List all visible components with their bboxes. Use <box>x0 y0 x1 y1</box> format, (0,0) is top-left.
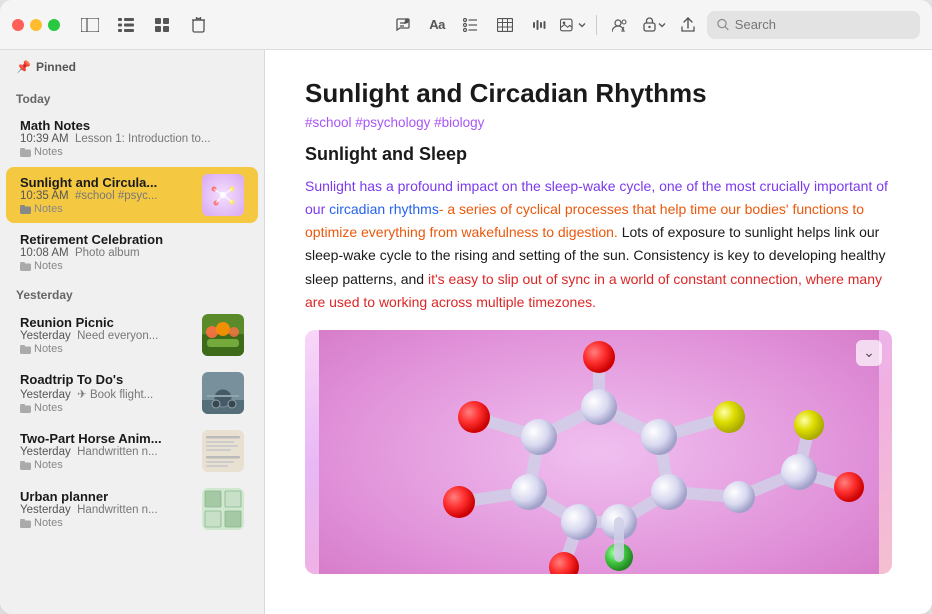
checklist-button[interactable] <box>456 10 486 40</box>
app-window: Aa <box>0 0 932 614</box>
note-meta: 10:08 AM Photo album <box>20 247 244 259</box>
note-info: Retirement Celebration 10:08 AM Photo al… <box>20 232 244 272</box>
note-meta: Yesterday Need everyon... <box>20 330 194 342</box>
note-title: Sunlight and Circula... <box>20 175 194 190</box>
list-item[interactable]: Sunlight and Circula... 10:35 AM #school… <box>6 167 258 223</box>
note-info: Sunlight and Circula... 10:35 AM #school… <box>20 175 194 215</box>
search-box[interactable] <box>707 11 920 39</box>
grid-view-button[interactable] <box>148 11 176 39</box>
note-meta: Yesterday ✈ Book flight... <box>20 387 194 401</box>
share-button[interactable] <box>673 10 703 40</box>
sidebar-toggle-button[interactable] <box>76 11 104 39</box>
note-main-title: Sunlight and Circadian Rhythms <box>305 78 892 109</box>
note-title: Urban planner <box>20 489 194 504</box>
audio-button[interactable] <box>524 10 554 40</box>
format-button[interactable]: Aa <box>422 10 452 40</box>
fullscreen-button[interactable] <box>48 19 60 31</box>
traffic-lights <box>12 19 60 31</box>
toolbar-right: Aa <box>388 10 920 40</box>
note-meta: Yesterday Handwritten n... <box>20 504 194 516</box>
note-folder: Notes <box>20 146 244 158</box>
lock-button[interactable] <box>639 10 669 40</box>
note-folder: Notes <box>20 260 244 272</box>
molecule-visualization <box>319 330 879 574</box>
note-content: Sunlight and Circadian Rhythms #school #… <box>265 50 932 614</box>
list-item[interactable]: Retirement Celebration 10:08 AM Photo al… <box>6 225 258 279</box>
list-view-button[interactable] <box>112 11 140 39</box>
list-item[interactable]: Roadtrip To Do's Yesterday ✈ Book flight… <box>6 365 258 421</box>
note-body-text: Sunlight has a profound impact on the sl… <box>305 175 892 314</box>
note-title: Roadtrip To Do's <box>20 372 194 387</box>
titlebar: Aa <box>0 0 932 50</box>
list-item[interactable]: Urban planner Yesterday Handwritten n...… <box>6 481 258 537</box>
search-input[interactable] <box>735 17 910 32</box>
list-item[interactable]: Reunion Picnic Yesterday Need everyon...… <box>6 307 258 363</box>
pinned-label: Pinned <box>36 60 76 74</box>
note-meta: 10:39 AM Lesson 1: Introduction to... <box>20 133 244 145</box>
minimize-button[interactable] <box>30 19 42 31</box>
today-label: Today <box>0 84 264 110</box>
search-icon <box>717 18 729 31</box>
list-item[interactable]: Math Notes 10:39 AM Lesson 1: Introducti… <box>6 111 258 165</box>
note-meta: Yesterday Handwritten n... <box>20 446 194 458</box>
main-layout: 📌 Pinned Today Math Notes 10:39 AM Lesso… <box>0 50 932 614</box>
media-button[interactable] <box>558 10 588 40</box>
sidebar: 📌 Pinned Today Math Notes 10:39 AM Lesso… <box>0 50 265 614</box>
list-item[interactable]: Two-Part Horse Anim... Yesterday Handwri… <box>6 423 258 479</box>
note-info: Reunion Picnic Yesterday Need everyon...… <box>20 315 194 355</box>
note-info: Urban planner Yesterday Handwritten n...… <box>20 489 194 529</box>
note-folder: Notes <box>20 343 194 355</box>
note-title: Math Notes <box>20 118 244 133</box>
note-info: Math Notes 10:39 AM Lesson 1: Introducti… <box>20 118 244 158</box>
table-button[interactable] <box>490 10 520 40</box>
note-tags: #school #psychology #biology <box>305 115 892 130</box>
note-folder: Notes <box>20 203 194 215</box>
note-thumbnail <box>202 430 244 472</box>
image-chevron-button[interactable]: ⌄ <box>856 340 882 366</box>
note-thumbnail <box>202 174 244 216</box>
note-info: Two-Part Horse Anim... Yesterday Handwri… <box>20 431 194 471</box>
note-meta: 10:35 AM #school #psyc... <box>20 190 194 202</box>
new-note-button[interactable] <box>388 10 418 40</box>
note-title: Reunion Picnic <box>20 315 194 330</box>
note-folder: Notes <box>20 517 194 529</box>
note-thumbnail <box>202 314 244 356</box>
note-folder: Notes <box>20 459 194 471</box>
pinned-section: 📌 Pinned <box>0 60 264 84</box>
delete-button[interactable] <box>184 11 212 39</box>
close-button[interactable] <box>12 19 24 31</box>
note-section-heading: Sunlight and Sleep <box>305 144 892 165</box>
note-thumbnail <box>202 372 244 414</box>
note-info: Roadtrip To Do's Yesterday ✈ Book flight… <box>20 372 194 414</box>
pinned-header: 📌 Pinned <box>16 60 248 74</box>
note-thumbnail <box>202 488 244 530</box>
yesterday-label: Yesterday <box>0 280 264 306</box>
collab-button[interactable] <box>605 10 635 40</box>
note-title: Retirement Celebration <box>20 232 244 247</box>
body-text-blue: circadian rhythms <box>329 201 439 217</box>
molecule-image: ⌄ <box>305 330 892 574</box>
note-title: Two-Part Horse Anim... <box>20 431 194 446</box>
note-folder: Notes <box>20 402 194 414</box>
